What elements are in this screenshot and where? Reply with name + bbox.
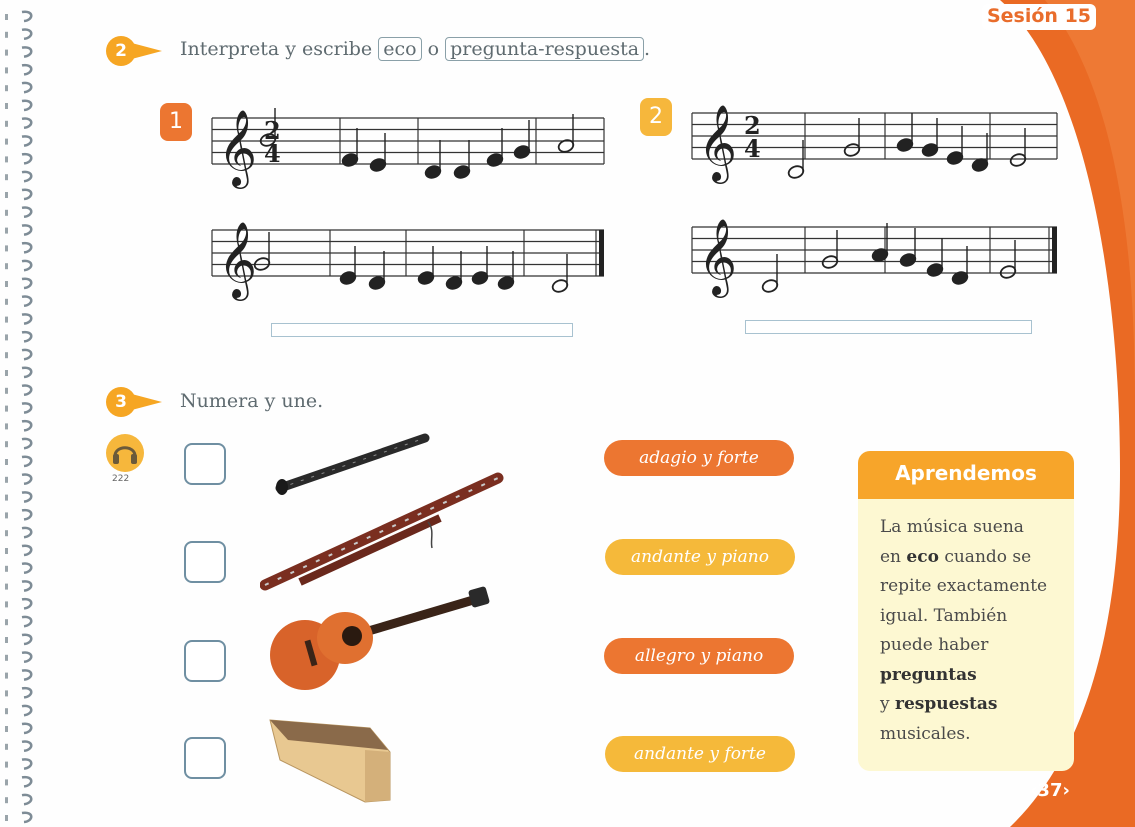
- clarinet-image: [275, 433, 430, 495]
- svg-text:𝄞: 𝄞: [698, 218, 737, 298]
- bassoon-image: [260, 472, 504, 591]
- audio-track-number: 222: [112, 474, 130, 484]
- keyword-eco: eco: [906, 546, 939, 567]
- aprendemos-text: La música suena en eco cuando se repite …: [858, 499, 1074, 749]
- instrument-images: [260, 433, 504, 803]
- page-number: ‹37›: [1030, 780, 1070, 801]
- aprendemos-title: Aprendemos: [858, 451, 1074, 499]
- activity-3-badge: 3: [106, 387, 166, 417]
- aprendemos-box: Aprendemos La música suena en eco cuando…: [858, 451, 1074, 771]
- svg-text:𝄞: 𝄞: [698, 104, 737, 184]
- keyword-preguntas: preguntas: [880, 664, 977, 685]
- text-line: igual. También: [880, 605, 1008, 626]
- text-line: musicales.: [880, 723, 971, 744]
- svg-text:𝄞: 𝄞: [218, 221, 257, 301]
- answer-field-1[interactable]: [271, 323, 573, 337]
- number-box-4[interactable]: [184, 737, 226, 779]
- text-span: en: [880, 546, 907, 567]
- text-line: repite exactamente: [880, 576, 1048, 596]
- tempo-label-4[interactable]: andante y forte: [605, 736, 795, 772]
- tempo-label-2[interactable]: andante y piano: [605, 539, 795, 575]
- text-span: cuando se: [938, 546, 1032, 567]
- number-box-3[interactable]: [184, 640, 226, 682]
- number-box-2[interactable]: [184, 541, 226, 583]
- text-line: preguntas: [880, 661, 1056, 691]
- text-line: y respuestas: [880, 690, 1056, 720]
- tempo-label-1[interactable]: adagio y forte: [604, 440, 794, 476]
- text-line: en eco cuando se: [880, 543, 1056, 573]
- svg-text:𝄞: 𝄞: [218, 109, 257, 189]
- text-line: La música suena: [880, 517, 1024, 537]
- svg-text:4: 4: [744, 134, 761, 163]
- guitar-image: [270, 586, 490, 690]
- headphones-icon[interactable]: [106, 434, 144, 472]
- activity-number: 2: [106, 36, 136, 66]
- keyword-respuestas: respuestas: [895, 694, 998, 714]
- tempo-label-3[interactable]: allegro y piano: [604, 638, 794, 674]
- workbook-page: Sesión 15 2 Interpreta y escribe eco o p…: [0, 0, 1135, 827]
- text-line: puede haber: [880, 635, 989, 655]
- text-span: y: [880, 694, 896, 714]
- number-box-1[interactable]: [184, 443, 226, 485]
- answer-field-2[interactable]: [745, 320, 1032, 334]
- xylophone-image: [269, 719, 391, 803]
- activity-number: 3: [106, 387, 136, 417]
- activity-3-instruction: Numera y une.: [180, 390, 324, 412]
